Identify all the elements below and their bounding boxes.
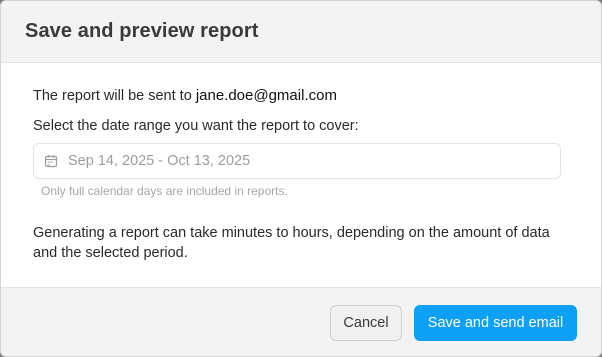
dialog-title: Save and preview report: [25, 20, 259, 42]
cancel-button[interactable]: Cancel: [330, 305, 402, 341]
dialog-header: Save and preview report: [1, 1, 601, 63]
recipient-prefix: The report will be sent to: [33, 88, 196, 104]
save-and-send-email-button[interactable]: Save and send email: [414, 305, 577, 341]
date-range-value: Sep 14, 2025 - Oct 13, 2025: [68, 153, 251, 169]
date-range-picker[interactable]: Sep 14, 2025 - Oct 13, 2025: [33, 143, 561, 179]
dialog-body: The report will be sent to jane.doe@gmai…: [1, 63, 601, 287]
date-range-hint: Only full calendar days are included in …: [41, 184, 288, 198]
calendar-icon: [44, 154, 58, 168]
generating-note: Generating a report can take minutes to …: [33, 225, 550, 261]
dialog-footer: Cancel Save and send email: [1, 287, 601, 356]
save-report-dialog: Save and preview report The report will …: [0, 0, 602, 357]
date-prompt: Select the date range you want the repor…: [33, 118, 359, 134]
recipient-line: The report will be sent to jane.doe@gmai…: [33, 87, 337, 104]
recipient-email: jane.doe@gmail.com: [195, 87, 337, 104]
